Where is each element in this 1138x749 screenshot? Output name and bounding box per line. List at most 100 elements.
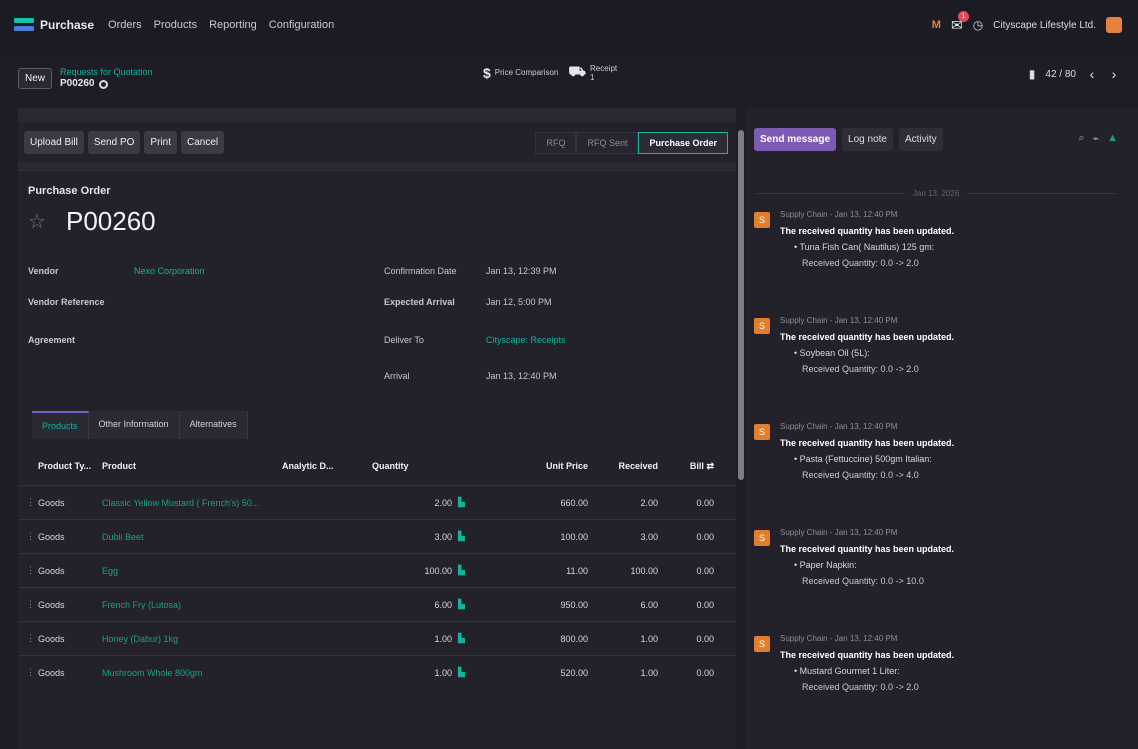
send-po-button[interactable]: Send PO [87, 130, 141, 154]
messages-icon[interactable]: ✉ 1 [951, 10, 969, 34]
col-bill[interactable]: Bill ⇄ [658, 461, 714, 472]
row-product[interactable]: Dubli Beet [102, 532, 282, 542]
drag-handle-icon[interactable]: ⋮ [26, 497, 38, 508]
row-quantity: 1.00 [434, 633, 452, 644]
price-comparison-button[interactable]: $ Price Comparison [483, 65, 558, 81]
paperclip-icon[interactable]: ⌁ [1092, 132, 1099, 145]
gear-icon[interactable] [98, 79, 108, 89]
send-message-button[interactable]: Send message [754, 128, 837, 151]
menu-products[interactable]: Products [154, 19, 197, 31]
forecast-chart-icon[interactable]: ▙ [458, 599, 472, 610]
activity-button[interactable]: Activity [898, 128, 943, 151]
deliver-to-value[interactable]: Cityscape: Receipts [486, 335, 566, 345]
menu-reporting[interactable]: Reporting [209, 19, 257, 31]
crumb-current: P00260 [60, 78, 153, 90]
row-product[interactable]: Honey (Dabur) 1kg [102, 634, 282, 644]
row-product[interactable]: Classic Yellow Mustard ( French's) 50... [102, 498, 282, 508]
drag-handle-icon[interactable]: ⋮ [26, 531, 38, 542]
search-icon[interactable]: ⌕ [1078, 132, 1084, 145]
table-row[interactable]: ⋮ Goods Egg 100.00 ▙ 11.00 100.00 0.00 [18, 553, 736, 587]
col-quantity[interactable]: Quantity [372, 461, 452, 471]
previous-record-button[interactable]: ‹ [1086, 66, 1098, 82]
crumb-current-label: P00260 [60, 78, 95, 89]
column-settings-icon[interactable]: ⇄ [706, 461, 714, 471]
company-name[interactable]: Cityscape Lifestyle Ltd. [993, 20, 1096, 31]
date-line-right [967, 192, 1117, 194]
row-product[interactable]: Mushroom Whole 800gm [102, 668, 282, 678]
forecast-chart-icon[interactable]: ▙ [458, 497, 472, 508]
main-content: Upload Bill Send PO Print Cancel RFQ RFQ… [0, 108, 1138, 749]
row-product[interactable]: Egg [102, 566, 282, 576]
forecast-chart-icon[interactable]: ▙ [458, 531, 472, 542]
arrival-field[interactable]: Jan 13, 12:40 PM [486, 371, 557, 381]
avatar[interactable]: S [754, 212, 770, 228]
form-scrollbar[interactable] [737, 120, 745, 740]
forecast-chart-icon[interactable]: ▙ [458, 667, 472, 678]
avatar[interactable]: S [754, 636, 770, 652]
receipt-count: 1 [590, 72, 595, 82]
row-billed: 0.00 [696, 497, 714, 508]
confirmation-date-value[interactable]: Jan 13, 12:39 PM [486, 266, 557, 276]
expected-arrival-value[interactable]: Jan 12, 5:00 PM [486, 297, 552, 307]
chatter-message: S Supply Chain - Jan 13, 12:40 PM The re… [754, 210, 1124, 308]
vendor-field[interactable]: Nexo Corporation [134, 266, 205, 276]
table-row[interactable]: ⋮ Goods Dubli Beet 3.00 ▙ 100.00 3.00 0.… [18, 519, 736, 553]
drag-handle-icon[interactable]: ⋮ [26, 565, 38, 576]
avatar[interactable]: S [754, 530, 770, 546]
print-button[interactable]: Print [144, 130, 177, 154]
crumb-parent[interactable]: Requests for Quotation [60, 66, 153, 78]
new-button[interactable]: New [18, 67, 53, 89]
confirmation-date-field[interactable]: Jan 13, 12:39 PM [486, 266, 557, 276]
company-avatar-icon[interactable] [1106, 17, 1122, 33]
menu-orders[interactable]: Orders [108, 19, 142, 31]
col-analytic[interactable]: Analytic D... [282, 461, 372, 471]
message-item: • Pasta (Fettuccine) 500gm Italian: [794, 454, 932, 464]
scrollbar-thumb[interactable] [738, 130, 744, 480]
row-type: Goods [38, 497, 65, 508]
stage-purchase-order[interactable]: Purchase Order [638, 132, 728, 154]
col-received[interactable]: Received [588, 461, 658, 471]
table-row[interactable]: ⋮ Goods Honey (Dabur) 1kg 1.00 ▙ 800.00 … [18, 621, 736, 655]
forecast-chart-icon[interactable]: ▙ [458, 565, 472, 576]
tab-alternatives[interactable]: Alternatives [179, 411, 248, 439]
col-product-type[interactable]: Product Ty... [38, 461, 102, 471]
pager: ▮ 42 / 80 ‹ › [1029, 66, 1120, 82]
menu-configuration[interactable]: Configuration [269, 19, 334, 31]
stage-rfq[interactable]: RFQ [535, 132, 577, 154]
avatar[interactable]: S [754, 424, 770, 440]
drag-handle-icon[interactable]: ⋮ [26, 667, 38, 678]
col-product[interactable]: Product [102, 461, 282, 471]
tab-products[interactable]: Products [32, 411, 89, 439]
message-item: • Soybean Oil (5L): [794, 348, 870, 358]
expected-arrival-field[interactable]: Jan 12, 5:00 PM [486, 297, 552, 307]
message-author: Supply Chain - Jan 13, 12:40 PM [780, 316, 898, 325]
next-record-button[interactable]: › [1108, 66, 1120, 82]
cancel-button[interactable]: Cancel [180, 130, 225, 154]
deliver-to-field[interactable]: Cityscape: Receipts [486, 335, 566, 345]
table-row[interactable]: ⋮ Goods Mushroom Whole 800gm 1.00 ▙ 520.… [18, 655, 736, 689]
purchase-app-icon[interactable] [14, 18, 34, 32]
tab-other-information[interactable]: Other Information [88, 411, 180, 439]
app-name[interactable]: Purchase [40, 18, 94, 32]
attachment-icon[interactable]: ▮ [1029, 67, 1036, 81]
upload-bill-button[interactable]: Upload Bill [24, 130, 84, 154]
arrival-value[interactable]: Jan 13, 12:40 PM [486, 371, 557, 381]
row-billed: 0.00 [696, 633, 714, 644]
col-unit-price[interactable]: Unit Price [472, 461, 588, 471]
row-product[interactable]: French Fry (Lutosa) [102, 600, 282, 610]
vendor-value[interactable]: Nexo Corporation [134, 266, 205, 276]
table-row[interactable]: ⋮ Goods French Fry (Lutosa) 6.00 ▙ 950.0… [18, 587, 736, 621]
follower-icon[interactable]: ▲ [1107, 132, 1118, 145]
user-initials[interactable]: M [932, 19, 941, 31]
drag-handle-icon[interactable]: ⋮ [26, 599, 38, 610]
stage-rfq-sent[interactable]: RFQ Sent [576, 132, 639, 154]
star-icon[interactable]: ☆ [28, 209, 46, 234]
forecast-chart-icon[interactable]: ▙ [458, 633, 472, 644]
avatar[interactable]: S [754, 318, 770, 334]
log-note-button[interactable]: Log note [842, 128, 893, 151]
receipt-button[interactable]: ⛟ Receipt 1 [568, 63, 617, 82]
pager-value[interactable]: 42 / 80 [1045, 69, 1076, 80]
clock-icon[interactable]: ◷ [973, 18, 983, 32]
drag-handle-icon[interactable]: ⋮ [26, 633, 38, 644]
table-row[interactable]: ⋮ Goods Classic Yellow Mustard ( French'… [18, 485, 736, 519]
